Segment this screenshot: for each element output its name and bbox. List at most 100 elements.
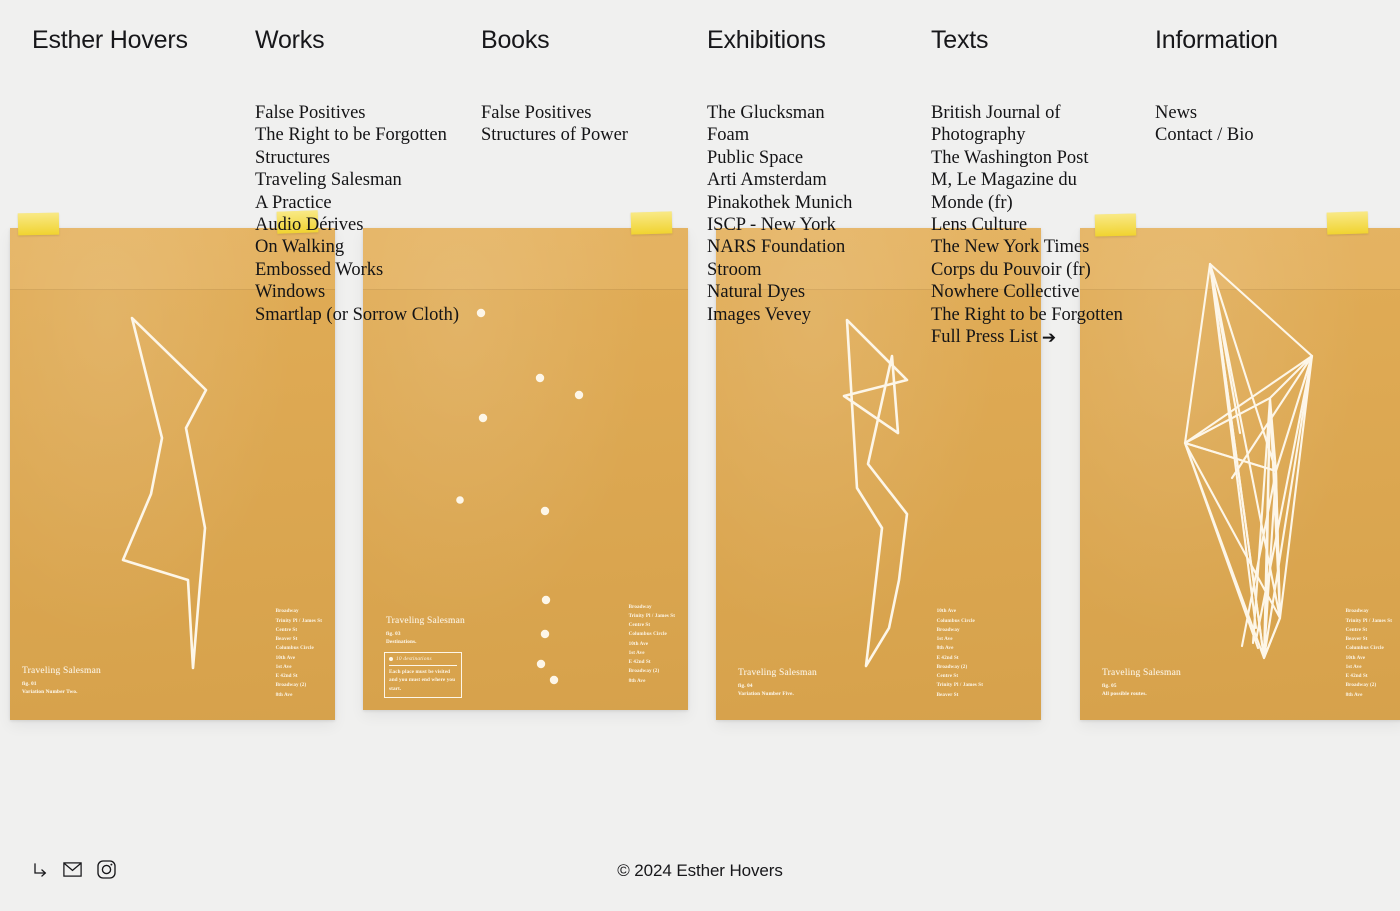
- address-line: E 42nd St: [628, 659, 651, 666]
- address-line: Centre St: [936, 673, 959, 680]
- address-line: Columbus Circle: [936, 617, 975, 624]
- page-footer: © 2024 Esther Hovers: [0, 831, 1400, 911]
- nav-item-text-nowhere-collective[interactable]: Nowhere Collective: [931, 281, 1109, 303]
- address-line: Columbus Circle: [1345, 645, 1384, 652]
- caption-title: Traveling Salesman: [22, 665, 101, 676]
- envelope-caption: Traveling Salesman fig. 05 All possible …: [1102, 668, 1181, 699]
- nav-item-exh-public-space[interactable]: Public Space: [707, 147, 912, 169]
- address-line: 8th Ave: [1345, 691, 1363, 698]
- address-line: Columbus Circle: [628, 631, 667, 638]
- caption-subtitle: All possible routes.: [1102, 690, 1147, 697]
- address-line: Broadway: [1345, 608, 1369, 615]
- address-line: Broadway: [936, 626, 960, 633]
- nav-item-text-bjp[interactable]: British Journal of Photography: [931, 102, 1109, 147]
- caption-figure: fig. 01: [22, 680, 37, 687]
- nav-heading-exhibitions[interactable]: Exhibitions: [707, 28, 826, 53]
- nav-item-exh-arti-amsterdam[interactable]: Arti Amsterdam: [707, 169, 912, 191]
- nav-list-exhibitions: The Glucksman Foam Public Space Arti Ams…: [707, 102, 912, 326]
- nav-item-text-washington-post[interactable]: The Washington Post: [931, 147, 1109, 169]
- address-line: Trinity Pl / James St: [628, 612, 675, 619]
- address-line: E 42nd St: [936, 654, 959, 661]
- nav-item-works-traveling-salesman[interactable]: Traveling Salesman: [255, 169, 470, 191]
- nav-item-exh-natural-dyes[interactable]: Natural Dyes: [707, 281, 912, 303]
- nav-item-info-news[interactable]: News: [1155, 102, 1355, 124]
- caption-subtitle: Destinations.: [386, 639, 417, 646]
- note-header: 10 destinations: [389, 656, 457, 666]
- nav-column-information: Information: [1155, 28, 1278, 53]
- nav-column-texts: Texts: [931, 28, 989, 53]
- address-line: Centre St: [1345, 626, 1368, 633]
- arrow-right-icon: ➔: [1041, 328, 1057, 348]
- nav-item-works-on-walking[interactable]: On Walking: [255, 236, 470, 258]
- address-line: 1st Ave: [936, 636, 953, 643]
- address-line: 10th Ave: [628, 640, 649, 647]
- nav-item-books-structures-of-power[interactable]: Structures of Power: [481, 124, 681, 146]
- nav-item-text-m-le-magazine[interactable]: M, Le Magazine du Monde (fr): [931, 169, 1109, 214]
- address-line: Broadway (2): [628, 668, 660, 675]
- address-line: Trinity Pl / James St: [936, 682, 983, 689]
- nav-list-information: News Contact / Bio: [1155, 102, 1355, 147]
- nav-item-exh-pinakothek-munich[interactable]: Pinakothek Munich: [707, 192, 912, 214]
- address-line: 10th Ave: [275, 654, 296, 661]
- nav-item-info-contact-bio[interactable]: Contact / Bio: [1155, 124, 1355, 146]
- nav-item-text-nytimes[interactable]: The New York Times: [931, 236, 1109, 258]
- caption-subtitle: Variation Number Five.: [738, 690, 794, 697]
- caption-figure: fig. 03: [386, 631, 401, 638]
- nav-item-exh-glucksman[interactable]: The Glucksman: [707, 102, 912, 124]
- nav-heading-works[interactable]: Works: [255, 28, 325, 53]
- nav-item-works-structures[interactable]: Structures: [255, 147, 470, 169]
- nav-item-works-embossed-works[interactable]: Embossed Works: [255, 259, 470, 281]
- address-line: 10th Ave: [936, 608, 957, 615]
- address-line: 8th Ave: [628, 677, 646, 684]
- nav-item-exh-stroom[interactable]: Stroom: [707, 259, 912, 281]
- address-line: Beaver St: [1345, 636, 1368, 643]
- envelope-caption: Traveling Salesman fig. 03 Destinations.: [386, 616, 465, 647]
- envelope-note-card: 10 destinations Each place must be visit…: [384, 652, 462, 699]
- envelope-address-list: Broadway Trinity Pl / James St Centre St…: [629, 603, 675, 686]
- nav-item-works-audio-derives[interactable]: Audio Dérives: [255, 214, 470, 236]
- address-line: Trinity Pl / James St: [1345, 617, 1392, 624]
- nav-item-works-a-practice[interactable]: A Practice: [255, 192, 470, 214]
- address-line: 1st Ave: [1345, 663, 1362, 670]
- nav-column-works: Works: [255, 28, 325, 53]
- nav-item-text-right-to-be-forgotten[interactable]: The Right to be Forgotten: [931, 304, 1123, 326]
- nav-item-works-smartlap[interactable]: Smartlap (or Sorrow Cloth): [255, 304, 470, 326]
- address-line: 1st Ave: [275, 663, 292, 670]
- nav-item-exh-nars-foundation[interactable]: NARS Foundation: [707, 236, 912, 258]
- address-line: Centre St: [275, 626, 298, 633]
- nav-heading-information[interactable]: Information: [1155, 28, 1278, 53]
- caption-title: Traveling Salesman: [386, 616, 465, 626]
- nav-item-books-false-positives[interactable]: False Positives: [481, 102, 681, 124]
- nav-item-text-full-press-list[interactable]: Full Press List ➔: [931, 326, 1109, 348]
- nav-list-books: False Positives Structures of Power: [481, 102, 681, 147]
- address-line: Beaver St: [275, 636, 298, 643]
- nav-item-text-lens-culture[interactable]: Lens Culture: [931, 214, 1109, 236]
- nav-item-works-false-positives[interactable]: False Positives: [255, 102, 470, 124]
- address-line: Columbus Circle: [275, 645, 314, 652]
- caption-title: Traveling Salesman: [1102, 667, 1181, 678]
- nav-item-exh-foam[interactable]: Foam: [707, 124, 912, 146]
- envelope-caption: Traveling Salesman fig. 04 Variation Num…: [738, 668, 817, 699]
- address-line: 1st Ave: [628, 649, 645, 656]
- caption-title: Traveling Salesman: [738, 667, 817, 678]
- nav-item-exh-iscp-new-york[interactable]: ISCP - New York: [707, 214, 912, 236]
- page-root: Traveling Salesman fig. 01 Variation Num…: [0, 0, 1400, 911]
- address-line: 10th Ave: [1345, 654, 1366, 661]
- nav-heading-texts[interactable]: Texts: [931, 28, 989, 53]
- note-bullet-icon: [389, 657, 393, 661]
- nav-list-works: False Positives The Right to be Forgotte…: [255, 102, 470, 326]
- address-line: Centre St: [628, 622, 651, 629]
- site-brand[interactable]: Esther Hovers: [32, 28, 188, 53]
- nav-item-exh-images-vevey[interactable]: Images Vevey: [707, 304, 912, 326]
- nav-item-works-right-to-be-forgotten[interactable]: The Right to be Forgotten: [255, 124, 470, 146]
- nav-column-exhibitions: Exhibitions: [707, 28, 826, 53]
- nav-item-works-windows[interactable]: Windows: [255, 281, 470, 303]
- nav-heading-books[interactable]: Books: [481, 28, 550, 53]
- address-line: E 42nd St: [275, 673, 298, 680]
- nav-item-text-corps-du-pouvoir[interactable]: Corps du Pouvoir (fr): [931, 259, 1109, 281]
- caption-figure: fig. 04: [738, 682, 753, 689]
- caption-subtitle: Variation Number Two.: [22, 688, 78, 695]
- note-heading-text: 10 destinations: [396, 656, 432, 662]
- envelope-flap: [1080, 228, 1400, 290]
- envelope-fig-05[interactable]: Traveling Salesman fig. 05 All possible …: [1080, 228, 1400, 720]
